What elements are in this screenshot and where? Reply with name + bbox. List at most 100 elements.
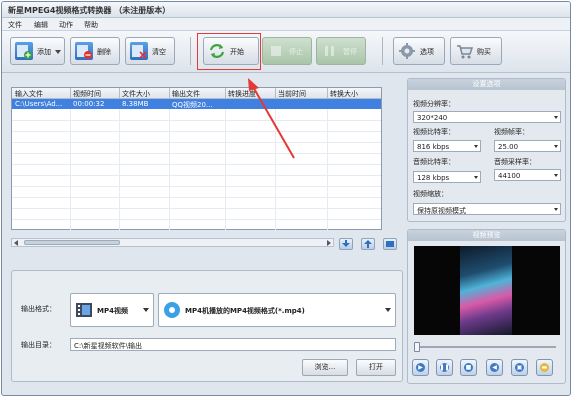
horizontal-scrollbar[interactable] <box>11 238 334 247</box>
stop-label: 停止 <box>289 48 303 56</box>
delete-icon <box>75 42 93 60</box>
menu-bar: 文件 编辑 动作 帮助 <box>2 18 570 31</box>
settings-icon <box>398 42 416 60</box>
pause-preview-button[interactable]: ❚❚ <box>436 359 453 376</box>
chevron-down-icon[interactable] <box>474 176 478 179</box>
buy-button[interactable]: 购买 <box>450 37 502 65</box>
output-panel: 输出格式： MP4视频 MP4机播放的MP4视频格式(*.mp4) 输出目录： … <box>11 270 403 382</box>
file-list-table[interactable]: 输入文件 视频时间 文件大小 输出文件 转换进度 当前时间 转换大小 C:\Us… <box>11 87 382 230</box>
table-cell: C:\Users\Ad... <box>15 100 63 108</box>
clear-icon <box>130 42 148 60</box>
sample-rate-value: 44100 <box>498 172 521 180</box>
frame-rate-value: 25.00 <box>498 143 519 151</box>
table-header: 输入文件 视频时间 文件大小 输出文件 转换进度 当前时间 转换大小 <box>12 88 381 99</box>
table-row[interactable]: C:\Users\Ad... 00:00:32 8.38MB QQ视频20... <box>12 99 381 109</box>
chevron-down-icon[interactable] <box>474 145 478 148</box>
window-title: 新星MPEG4视频格式转换器 （未注册版本） <box>8 6 171 15</box>
move-bottom-button[interactable] <box>383 238 397 250</box>
scroll-left-icon[interactable] <box>14 240 18 246</box>
video-res-value: 320*240 <box>417 114 448 122</box>
column-header[interactable]: 当前时间 <box>278 89 306 99</box>
menu-help[interactable]: 帮助 <box>84 20 98 30</box>
volume-button[interactable]: ◀ <box>486 359 503 376</box>
audio-bitrate-select[interactable]: 128 kbps <box>413 171 481 183</box>
chevron-down-icon[interactable] <box>143 308 149 312</box>
sample-rate-select[interactable]: 44100 <box>494 169 561 181</box>
video-bitrate-value: 816 kbps <box>417 143 450 151</box>
format-category-value: MP4视频 <box>97 307 128 315</box>
preview-header: 视频预览 <box>408 230 565 241</box>
output-dir-field[interactable]: C:\新星视频软件\输出 <box>70 338 396 351</box>
table-cell: QQ视频20... <box>172 101 213 109</box>
add-button[interactable]: 添加 <box>10 37 65 65</box>
open-button[interactable]: 打开 <box>356 359 396 376</box>
screenshot-button[interactable]: ▣ <box>511 359 528 376</box>
stop-button[interactable]: 停止 <box>262 37 312 65</box>
format-detail-value: MP4机播放的MP4视频格式(*.mp4) <box>185 307 305 315</box>
chevron-down-icon[interactable] <box>55 50 61 54</box>
video-bitrate-select[interactable]: 816 kbps <box>413 140 481 152</box>
output-dir-label: 输出目录： <box>21 341 56 349</box>
pause-label: 暂停 <box>343 48 357 56</box>
sample-rate-label: 音频采样率： <box>494 158 536 166</box>
chevron-down-icon[interactable] <box>554 208 558 211</box>
toolbar-divider <box>382 37 383 65</box>
table-cell: 8.38MB <box>122 100 149 108</box>
column-header[interactable]: 输出文件 <box>172 89 200 99</box>
options-button[interactable]: 选项 <box>393 37 445 65</box>
output-dir-value: C:\新星视频软件\输出 <box>74 342 142 350</box>
zoom-mode-select[interactable]: 保持原视频模式 <box>413 203 561 215</box>
add-icon <box>15 42 33 60</box>
menu-edit[interactable]: 编辑 <box>34 20 48 30</box>
move-down-button[interactable] <box>339 238 353 250</box>
buy-label: 购买 <box>477 48 491 56</box>
cart-icon <box>455 42 474 60</box>
zoom-mode-value: 保持原视频模式 <box>417 207 466 215</box>
output-format-label: 输出格式： <box>21 305 56 313</box>
audio-bitrate-label: 音频比特率： <box>413 158 455 166</box>
pause-icon <box>321 42 339 60</box>
move-up-button[interactable] <box>361 238 375 250</box>
delete-label: 删除 <box>97 48 111 56</box>
menu-action[interactable]: 动作 <box>59 20 73 30</box>
start-button-highlight <box>197 33 261 70</box>
column-header[interactable]: 转换大小 <box>330 89 358 99</box>
chevron-down-icon[interactable] <box>554 145 558 148</box>
video-res-label: 视频分辨率： <box>413 100 455 108</box>
column-header[interactable]: 文件大小 <box>122 89 150 99</box>
clear-label: 清空 <box>152 48 166 56</box>
seek-slider[interactable] <box>414 342 556 352</box>
video-resolution-select[interactable]: 320*240 <box>413 111 561 123</box>
chevron-down-icon[interactable] <box>554 174 558 177</box>
chevron-down-icon[interactable] <box>554 116 558 119</box>
chevron-down-icon[interactable] <box>385 308 391 312</box>
audio-bitrate-value: 128 kbps <box>417 174 450 182</box>
toolbar-divider <box>190 37 191 65</box>
mp4-icon <box>163 301 181 319</box>
app-window: 新星MPEG4视频格式转换器 （未注册版本） 文件 编辑 动作 帮助 添加 删除… <box>1 1 571 396</box>
film-icon <box>75 301 93 319</box>
video-preview <box>414 246 560 335</box>
frame-rate-select[interactable]: 25.00 <box>494 140 561 152</box>
delete-button[interactable]: 删除 <box>70 37 120 65</box>
open-folder-button[interactable]: ▬ <box>536 359 553 376</box>
table-cell: 00:00:32 <box>73 100 105 108</box>
preview-panel: 视频预览 ▶ ❚❚ ■ ◀ ▣ ▬ <box>407 229 566 384</box>
seek-knob[interactable] <box>414 342 420 352</box>
format-detail-select[interactable]: MP4机播放的MP4视频格式(*.mp4) <box>158 293 396 327</box>
column-header[interactable]: 转换进度 <box>228 89 256 99</box>
menu-file[interactable]: 文件 <box>8 20 22 30</box>
settings-panel: 设置选项 视频分辨率： 320*240 视频比特率： 视频帧率： 816 kbp… <box>407 78 566 222</box>
column-header[interactable]: 输入文件 <box>15 89 43 99</box>
format-category-select[interactable]: MP4视频 <box>70 293 154 327</box>
scroll-right-icon[interactable] <box>327 240 331 246</box>
clear-button[interactable]: 清空 <box>125 37 175 65</box>
pause-button[interactable]: 暂停 <box>316 37 366 65</box>
stop-preview-button[interactable]: ■ <box>460 359 477 376</box>
browse-button[interactable]: 浏览... <box>302 359 348 376</box>
play-button[interactable]: ▶ <box>412 359 429 376</box>
frame-rate-label: 视频帧率： <box>494 128 529 136</box>
column-header[interactable]: 视频时间 <box>73 89 101 99</box>
options-label: 选项 <box>420 48 434 56</box>
scrollbar-thumb[interactable] <box>24 240 120 245</box>
